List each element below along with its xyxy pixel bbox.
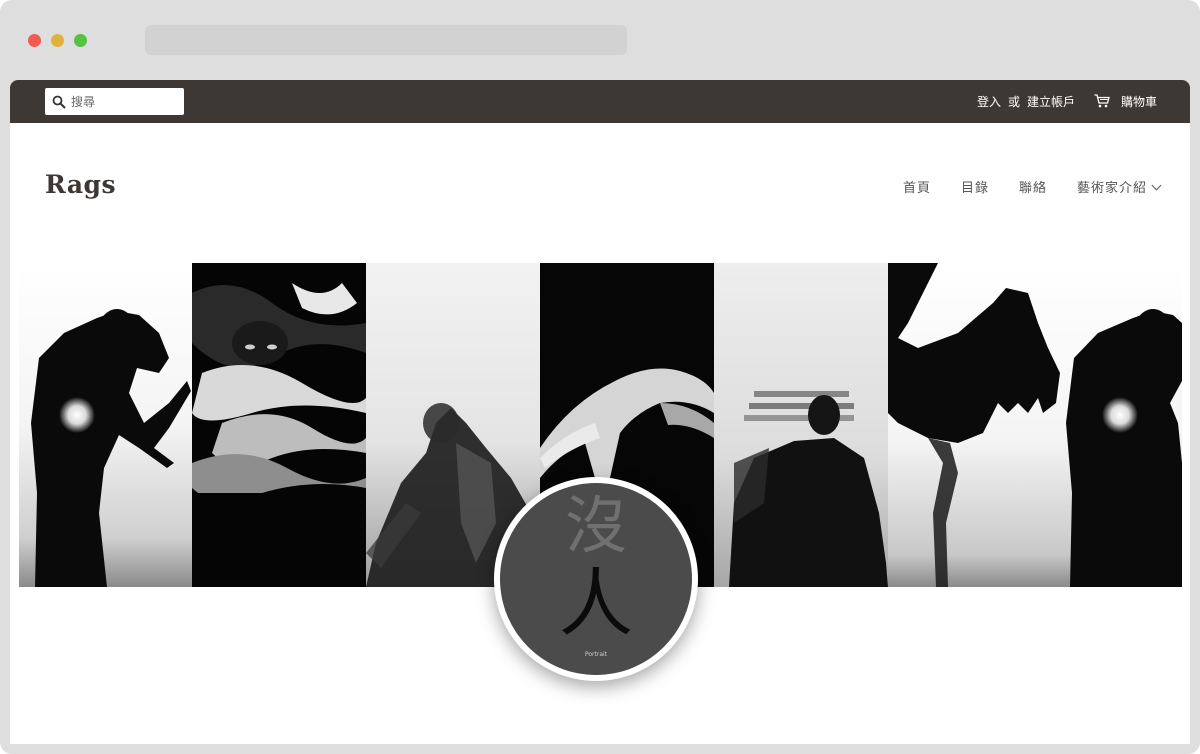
account-links: 登入或建立帳戶 <box>977 93 1075 110</box>
portrait-caption: Portrait <box>584 651 608 658</box>
artist-portrait[interactable]: 沒 人 Portrait <box>494 477 698 681</box>
portrait-inner: 沒 人 Portrait <box>500 483 692 675</box>
search-input[interactable] <box>71 92 179 111</box>
login-link[interactable]: 登入 <box>977 95 1001 109</box>
cart-link[interactable]: 購物車 <box>1121 93 1157 110</box>
nav-item-artists[interactable]: 藝術家介紹 <box>1076 177 1162 196</box>
banner-photo <box>888 263 1182 587</box>
minimize-window-button[interactable] <box>51 34 64 47</box>
nav-item-home[interactable]: 首頁 <box>903 177 931 196</box>
top-bar: 登入或建立帳戶 購物車 <box>10 80 1190 123</box>
site-logo[interactable]: Rags <box>45 170 116 199</box>
main-nav: 首頁 目錄 聯絡 藝術家介紹 <box>903 177 1162 196</box>
or-separator: 或 <box>1007 95 1020 109</box>
portrait-char-bottom: 人 <box>559 561 633 647</box>
nav-item-contact[interactable]: 聯絡 <box>1019 177 1047 196</box>
address-bar[interactable] <box>145 25 627 55</box>
banner-photo <box>714 263 888 587</box>
register-link[interactable]: 建立帳戶 <box>1027 95 1075 109</box>
nav-item-catalog[interactable]: 目錄 <box>961 177 989 196</box>
nav-item-artists-label: 藝術家介紹 <box>1076 181 1147 196</box>
maximize-window-button[interactable] <box>74 34 87 47</box>
search-box[interactable] <box>45 88 184 115</box>
banner-photo <box>192 263 366 587</box>
chevron-down-icon <box>1151 180 1162 191</box>
browser-window: 登入或建立帳戶 購物車 Rags 首頁 目錄 聯絡 藝術家介紹 <box>0 0 1200 754</box>
portrait-char-top: 沒 <box>564 489 627 562</box>
banner-photo <box>19 263 192 587</box>
search-icon <box>52 95 66 109</box>
close-window-button[interactable] <box>28 34 41 47</box>
cart-icon[interactable] <box>1094 94 1110 108</box>
page-viewport: 登入或建立帳戶 購物車 Rags 首頁 目錄 聯絡 藝術家介紹 <box>10 80 1190 744</box>
